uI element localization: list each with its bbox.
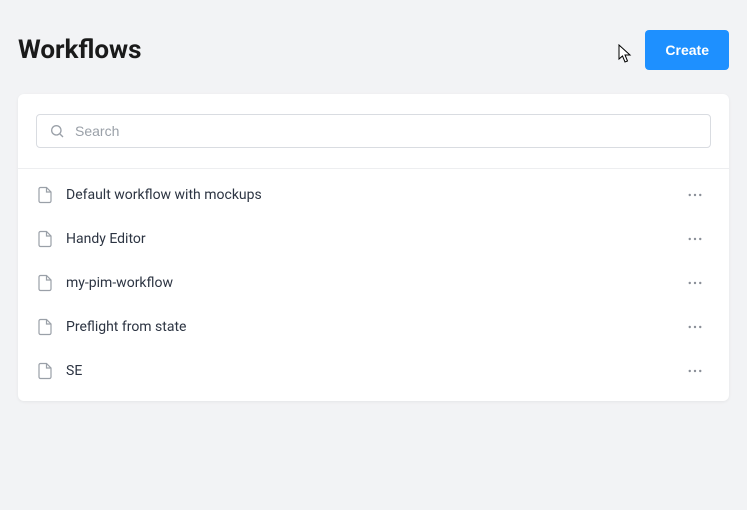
more-icon[interactable]: [683, 227, 707, 251]
more-icon[interactable]: [683, 271, 707, 295]
list-item[interactable]: SE: [18, 349, 729, 393]
more-icon[interactable]: [683, 315, 707, 339]
more-icon[interactable]: [683, 183, 707, 207]
more-icon[interactable]: [683, 359, 707, 383]
file-icon: [36, 362, 54, 380]
page-title: Workflows: [18, 35, 142, 65]
list-item[interactable]: my-pim-workflow: [18, 261, 729, 305]
list-item-label: Handy Editor: [66, 231, 671, 247]
list-item-label: Preflight from state: [66, 319, 671, 335]
list-item[interactable]: Handy Editor: [18, 217, 729, 261]
create-button[interactable]: Create: [645, 30, 729, 70]
list-item-label: SE: [66, 363, 671, 379]
search-box[interactable]: [36, 114, 711, 148]
file-icon: [36, 230, 54, 248]
workflow-list: Default workflow with mockups Handy Edit…: [18, 169, 729, 401]
search-container: [18, 94, 729, 169]
search-icon: [49, 123, 65, 139]
file-icon: [36, 274, 54, 292]
list-item-label: my-pim-workflow: [66, 275, 671, 291]
list-item[interactable]: Preflight from state: [18, 305, 729, 349]
header: Workflows Create: [18, 30, 729, 70]
file-icon: [36, 318, 54, 336]
list-item[interactable]: Default workflow with mockups: [18, 173, 729, 217]
list-item-label: Default workflow with mockups: [66, 187, 671, 203]
file-icon: [36, 186, 54, 204]
search-input[interactable]: [75, 123, 698, 139]
workflow-card: Default workflow with mockups Handy Edit…: [18, 94, 729, 401]
